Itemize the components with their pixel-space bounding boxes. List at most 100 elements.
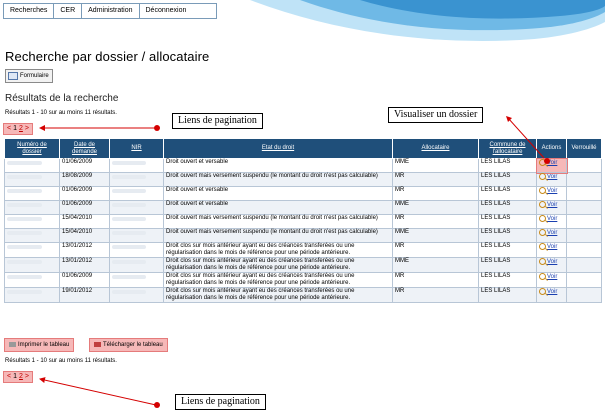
form-button-label: Formulaire: [20, 73, 49, 79]
view-dossier-link[interactable]: Voir: [547, 244, 557, 250]
cell-date-demande-text: 01/06/2009: [62, 201, 93, 207]
cell-allocataire: MR: [392, 186, 479, 201]
cell-commune: LES LILAS: [478, 172, 537, 187]
pagination-page-2[interactable]: 2: [19, 372, 23, 382]
arrow-pagination-top: [39, 125, 160, 131]
cell-commune-text: LES LILAS: [481, 187, 511, 193]
view-dossier-link[interactable]: Voir: [547, 160, 557, 166]
table-row: 01/06/2009 Droit ouvert et versable MR LES …: [4, 186, 602, 201]
redacted-value: [112, 245, 147, 249]
cell-actions: Voir: [536, 242, 567, 258]
cell-numero-dossier: [4, 287, 60, 303]
magnifier-icon: [539, 243, 546, 250]
cell-nir: [109, 287, 164, 303]
top-navigation: Recherches CER Administration Déconnexio…: [3, 3, 218, 19]
magnifier-icon: [539, 201, 546, 208]
form-button[interactable]: Formulaire: [5, 69, 53, 83]
cell-allocataire: MR: [392, 214, 479, 229]
cell-date-demande-text: 15/04/2010: [62, 215, 93, 221]
pagination-page-2[interactable]: 2: [19, 124, 23, 134]
table-row: 18/08/2009 Droit ouvert mais versement su…: [4, 172, 602, 187]
cell-commune-text: LES LILAS: [481, 215, 511, 221]
view-dossier-link[interactable]: Voir: [547, 274, 557, 280]
magnifier-icon: [539, 215, 546, 222]
cell-commune-text: LES LILAS: [481, 243, 511, 249]
arrow-pagination-bottom: [39, 377, 160, 408]
cell-etat-droit-text: Droit ouvert et versable: [166, 159, 229, 165]
col-commune[interactable]: Commune de l'allocataire: [478, 138, 537, 159]
col-allocataire[interactable]: Allocataire: [392, 138, 479, 159]
form-icon: [8, 72, 18, 80]
cell-etat-droit-text: Droit clos sur mois antérieur ayant eu d…: [166, 258, 355, 271]
col-numero-dossier[interactable]: Numéro de dossier: [4, 138, 60, 159]
pagination-page-1: 1: [13, 373, 17, 380]
cell-allocataire: MME: [392, 158, 479, 173]
cell-allocataire-text: MME: [395, 229, 409, 235]
cell-nir: [109, 228, 164, 243]
nav-deconnexion[interactable]: Déconnexion: [140, 4, 217, 18]
cell-etat-droit: Droit ouvert mais versement suspendu (le…: [163, 228, 393, 243]
magnifier-icon: [539, 173, 546, 180]
view-dossier-link[interactable]: Voir: [547, 188, 557, 194]
pagination-prev[interactable]: <: [7, 124, 11, 134]
download-table-button[interactable]: Télécharger le tableau: [89, 338, 168, 352]
cell-etat-droit: Droit clos sur mois antérieur ayant eu d…: [163, 257, 393, 273]
pagination-top: < 1 2 >: [3, 123, 33, 135]
cell-date-demande: 19/01/2012: [59, 287, 110, 303]
magnifier-icon: [539, 159, 546, 166]
col-nir[interactable]: NIR: [109, 138, 164, 159]
print-table-button[interactable]: Imprimer le tableau: [4, 338, 75, 352]
table-row: 15/04/2010 Droit ouvert mais versement su…: [4, 228, 602, 243]
callout-pagination-top: Liens de pagination: [172, 113, 263, 129]
table-row: 01/06/2009 Droit ouvert et versable MME LES…: [4, 157, 602, 174]
cell-actions: Voir: [536, 214, 567, 229]
cell-etat-droit: Droit clos sur mois antérieur ayant eu d…: [163, 272, 393, 288]
pagination-page-1: 1: [13, 125, 17, 132]
view-dossier-link[interactable]: Voir: [547, 216, 557, 222]
cell-date-demande: 15/04/2010: [59, 228, 110, 243]
table-row: 13/01/2012 Droit clos sur mois antérieur …: [4, 242, 602, 258]
cell-allocataire-text: MR: [395, 173, 405, 179]
nav-administration[interactable]: Administration: [82, 4, 140, 18]
redacted-value: [7, 231, 42, 235]
cell-actions: Voir: [536, 186, 567, 201]
cell-nir: [109, 158, 164, 173]
redacted-value: [112, 217, 147, 221]
col-date-demande[interactable]: Date de demande: [59, 138, 110, 159]
view-dossier-link[interactable]: Voir: [547, 259, 557, 265]
view-dossier-link[interactable]: Voir: [547, 202, 557, 208]
cell-numero-dossier: [4, 214, 60, 229]
cell-numero-dossier: [4, 200, 60, 215]
view-dossier-link[interactable]: Voir: [547, 230, 557, 236]
view-dossier-link[interactable]: Voir: [547, 174, 557, 180]
print-table-label: Imprimer le tableau: [18, 342, 70, 348]
redacted-value: [7, 260, 42, 264]
cell-numero-dossier: [4, 172, 60, 187]
col-etat-droit[interactable]: Etat du droit: [163, 138, 393, 159]
pagination-prev[interactable]: <: [7, 372, 11, 382]
cell-etat-droit: Droit clos sur mois antérieur ayant eu d…: [163, 242, 393, 258]
nav-cer[interactable]: CER: [54, 4, 83, 18]
pagination-next[interactable]: >: [25, 124, 29, 134]
cell-commune: LES LILAS: [478, 186, 537, 201]
cell-nir: [109, 257, 164, 273]
cell-date-demande: 01/06/2009: [59, 186, 110, 201]
cell-date-demande-text: 01/06/2009: [62, 187, 93, 193]
download-table-label: Télécharger le tableau: [103, 342, 163, 348]
cell-date-demande-text: 01/06/2009: [62, 273, 93, 279]
table-row: 01/06/2009 Droit clos sur mois antérieur …: [4, 272, 602, 288]
redacted-value: [7, 217, 42, 221]
cell-actions: Voir: [536, 287, 567, 303]
magnifier-icon: [539, 258, 546, 265]
cell-commune: LES LILAS: [478, 214, 537, 229]
view-dossier-link[interactable]: Voir: [547, 289, 557, 295]
redacted-value: [112, 260, 147, 264]
cell-etat-droit-text: Droit ouvert et versable: [166, 187, 229, 193]
pagination-next[interactable]: >: [25, 372, 29, 382]
cell-date-demande: 01/06/2009: [59, 200, 110, 215]
cell-etat-droit-text: Droit clos sur mois antérieur ayant eu d…: [166, 273, 355, 286]
cell-commune-text: LES LILAS: [481, 229, 511, 235]
nav-recherches[interactable]: Recherches: [4, 4, 55, 18]
cell-allocataire-text: MME: [395, 201, 409, 207]
cell-allocataire-text: MR: [395, 243, 405, 249]
